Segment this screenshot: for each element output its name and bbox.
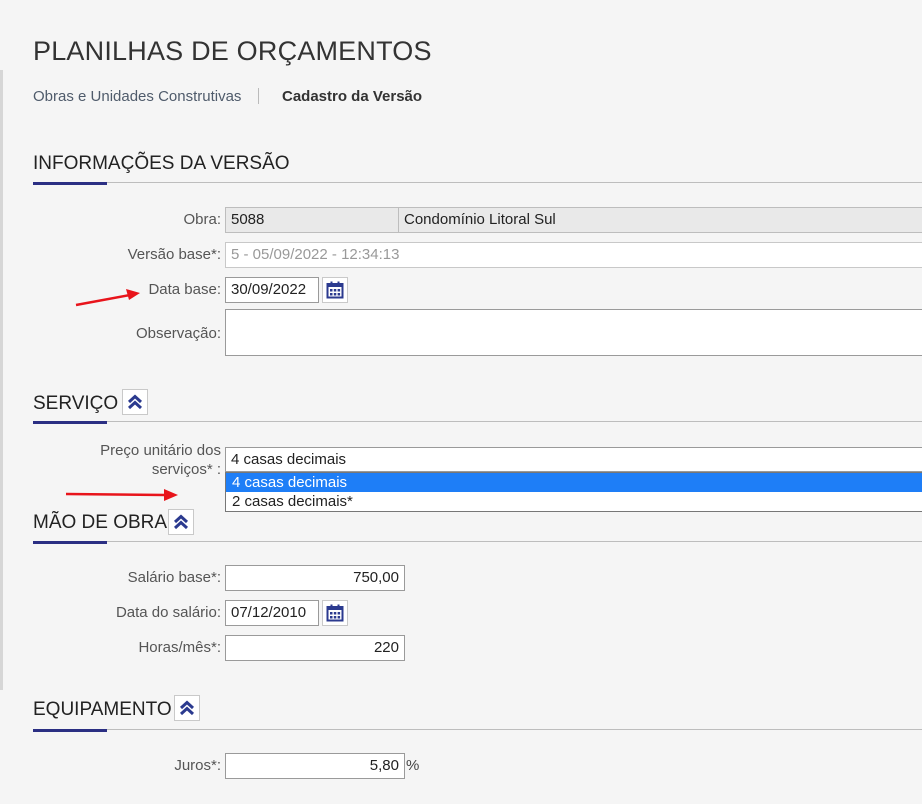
double-chevron-up-icon xyxy=(173,514,189,530)
section-title-equipamento: EQUIPAMENTO xyxy=(33,699,172,720)
section-accent xyxy=(33,421,107,424)
section-divider xyxy=(33,182,922,183)
servico-collapse-button[interactable] xyxy=(122,389,148,415)
preco-label-line2: serviços* : xyxy=(151,461,221,478)
annotation-arrow xyxy=(65,489,178,501)
juros-label: Juros*: xyxy=(174,757,221,774)
observacao-textarea[interactable] xyxy=(225,309,922,356)
data-salario-label: Data do salário: xyxy=(115,604,221,621)
equipamento-collapse-button[interactable] xyxy=(174,695,200,721)
salario-base-label: Salário base*: xyxy=(127,569,221,586)
section-title-servico: SERVIÇO xyxy=(33,393,119,414)
annotation-arrow xyxy=(75,289,140,307)
breadcrumb-current: Cadastro da Versão xyxy=(282,88,423,105)
data-salario-calendar-button[interactable] xyxy=(322,600,348,626)
horas-mes-label: Horas/mês*: xyxy=(138,639,221,656)
preco-label-line1: Preço unitário dos xyxy=(100,442,221,459)
section-title-versao: INFORMAÇÕES DA VERSÃO xyxy=(33,153,290,174)
section-divider xyxy=(33,729,922,730)
data-base-input[interactable]: 30/09/2022 xyxy=(225,277,319,303)
preco-dropdown-list: 4 casas decimais 2 casas decimais* xyxy=(225,472,922,512)
data-base-label: Data base: xyxy=(148,281,221,298)
double-chevron-up-icon xyxy=(127,394,143,410)
horas-mes-input[interactable]: 220 xyxy=(225,635,405,661)
versao-base-label: Versão base*: xyxy=(127,246,221,263)
obra-label: Obra: xyxy=(183,211,221,228)
left-border xyxy=(0,70,3,690)
juros-unit: % xyxy=(406,757,420,774)
section-accent xyxy=(33,182,107,185)
obra-name-field: Condomínio Litoral Sul xyxy=(398,207,922,233)
double-chevron-up-icon xyxy=(179,700,195,716)
breadcrumb-link[interactable]: Obras e Unidades Construtivas xyxy=(33,88,241,105)
data-salario-input[interactable]: 07/12/2010 xyxy=(225,600,319,626)
dropdown-option-2-decimais[interactable]: 2 casas decimais* xyxy=(226,492,922,511)
calendar-icon xyxy=(326,281,344,299)
section-title-mao-de-obra: MÃO DE OBRA xyxy=(33,512,168,533)
preco-select[interactable]: 4 casas decimais xyxy=(225,447,922,472)
section-divider xyxy=(33,421,922,422)
data-base-calendar-button[interactable] xyxy=(322,277,348,303)
salario-base-input[interactable]: 750,00 xyxy=(225,565,405,591)
page-title: PLANILHAS DE ORÇAMENTOS xyxy=(33,36,432,66)
section-divider xyxy=(33,541,922,542)
mao-de-obra-collapse-button[interactable] xyxy=(168,509,194,535)
calendar-icon xyxy=(326,604,344,622)
section-accent xyxy=(33,729,107,732)
obra-code-field: 5088 xyxy=(225,207,399,233)
versao-base-field: 5 - 05/09/2022 - 12:34:13 xyxy=(225,242,922,268)
observacao-label: Observação: xyxy=(135,325,221,342)
breadcrumb-separator xyxy=(258,88,259,104)
juros-input[interactable]: 5,80 xyxy=(225,753,405,779)
dropdown-option-4-decimais[interactable]: 4 casas decimais xyxy=(226,473,922,492)
section-accent xyxy=(33,541,107,544)
